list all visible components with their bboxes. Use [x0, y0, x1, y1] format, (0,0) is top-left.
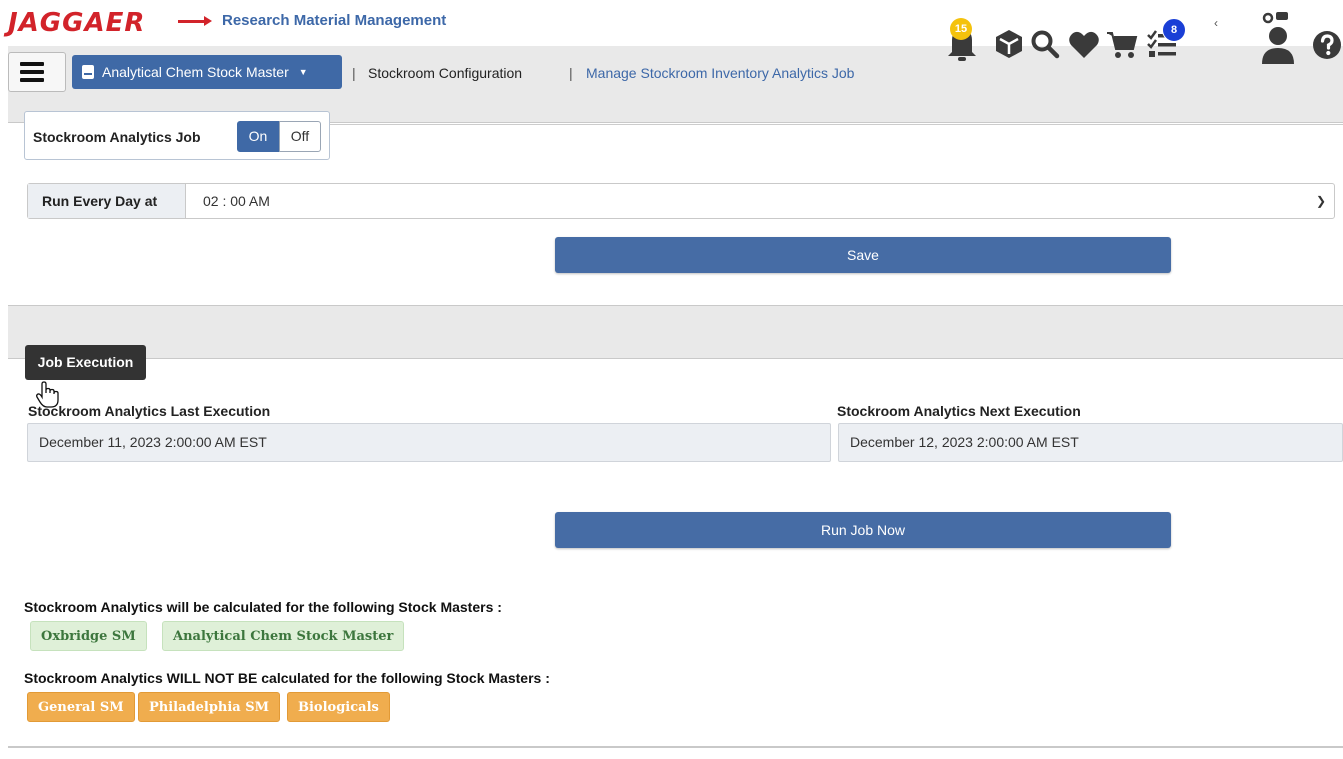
section-divider	[330, 124, 1343, 125]
job-execution-tooltip: Job Execution	[25, 345, 146, 380]
included-stockmaster-chip: Oxbridge SM	[30, 621, 147, 651]
chevron-left-icon[interactable]: ‹	[1214, 16, 1218, 30]
blank-patch	[669, 656, 737, 660]
app-header: JAGGAER Research Material Management Ana…	[0, 0, 1343, 123]
tasks-button[interactable]: 8	[1144, 18, 1194, 64]
notifications-button[interactable]: 15	[946, 18, 980, 64]
breadcrumb-manage-analytics-job[interactable]: Manage Stockroom Inventory Analytics Job	[586, 65, 854, 81]
toggle-on-button[interactable]: On	[237, 121, 279, 152]
help-icon[interactable]	[1312, 30, 1342, 60]
breadcrumb-stockroom-configuration[interactable]: Stockroom Configuration	[368, 65, 522, 81]
last-execution-field: December 11, 2023 2:00:00 AM EST	[27, 423, 831, 462]
stockmaster-dropdown[interactable]: Analytical Chem Stock Master ▼	[72, 55, 342, 89]
excluded-stockmaster-chip: General SM	[27, 692, 135, 722]
run-time-select[interactable]: Run Every Day at 02 : 00 AM ❯	[27, 183, 1335, 219]
excluded-stockmasters-title: Stockroom Analytics WILL NOT BE calculat…	[24, 670, 550, 686]
included-stockmaster-chip: Analytical Chem Stock Master	[162, 621, 405, 651]
user-icon	[1262, 12, 1294, 64]
save-button[interactable]: Save	[555, 237, 1171, 273]
breadcrumb-separator: |	[352, 65, 356, 81]
logo-arrow-icon	[178, 16, 212, 26]
hamburger-icon	[20, 62, 44, 66]
search-icon[interactable]	[1030, 29, 1060, 59]
analytics-job-label: Stockroom Analytics Job	[33, 129, 201, 145]
toggle-off-button[interactable]: Off	[279, 121, 321, 152]
caret-down-icon: ▼	[298, 67, 308, 77]
notifications-badge: 15	[950, 18, 972, 40]
last-execution-label: Stockroom Analytics Last Execution	[28, 403, 271, 419]
heart-icon[interactable]	[1068, 30, 1100, 60]
chevron-down-icon: ❯	[1315, 194, 1326, 208]
next-execution-label: Stockroom Analytics Next Execution	[837, 403, 1081, 419]
included-stockmasters-title: Stockroom Analytics will be calculated f…	[24, 599, 502, 615]
job-execution-section-header	[8, 305, 1343, 359]
app-title: Research Material Management	[222, 12, 447, 29]
book-icon	[82, 65, 94, 79]
run-job-now-button[interactable]: Run Job Now	[555, 512, 1171, 548]
tasks-badge: 8	[1162, 18, 1186, 42]
excluded-stockmaster-chip: Philadelphia SM	[138, 692, 281, 722]
user-menu-button[interactable]	[1258, 10, 1304, 66]
next-execution-field: December 12, 2023 2:00:00 AM EST	[838, 423, 1343, 462]
stockmaster-dropdown-label: Analytical Chem Stock Master	[102, 64, 289, 80]
hamburger-bar	[20, 70, 44, 74]
run-time-label: Run Every Day at	[28, 184, 186, 218]
hamburger-bar	[20, 78, 44, 82]
hamburger-menu-button[interactable]	[8, 52, 66, 92]
analytics-job-toggle-panel: Stockroom Analytics Job On Off	[24, 111, 330, 160]
jaggaer-logo[interactable]: JAGGAER	[8, 10, 145, 36]
excluded-stockmaster-chip: Biologicals	[287, 692, 390, 722]
breadcrumb-separator: |	[569, 65, 573, 81]
run-time-value: 02 : 00 AM	[203, 193, 270, 209]
cube-icon[interactable]	[994, 28, 1024, 60]
cart-icon[interactable]	[1106, 30, 1138, 60]
footer-divider	[8, 746, 1343, 748]
